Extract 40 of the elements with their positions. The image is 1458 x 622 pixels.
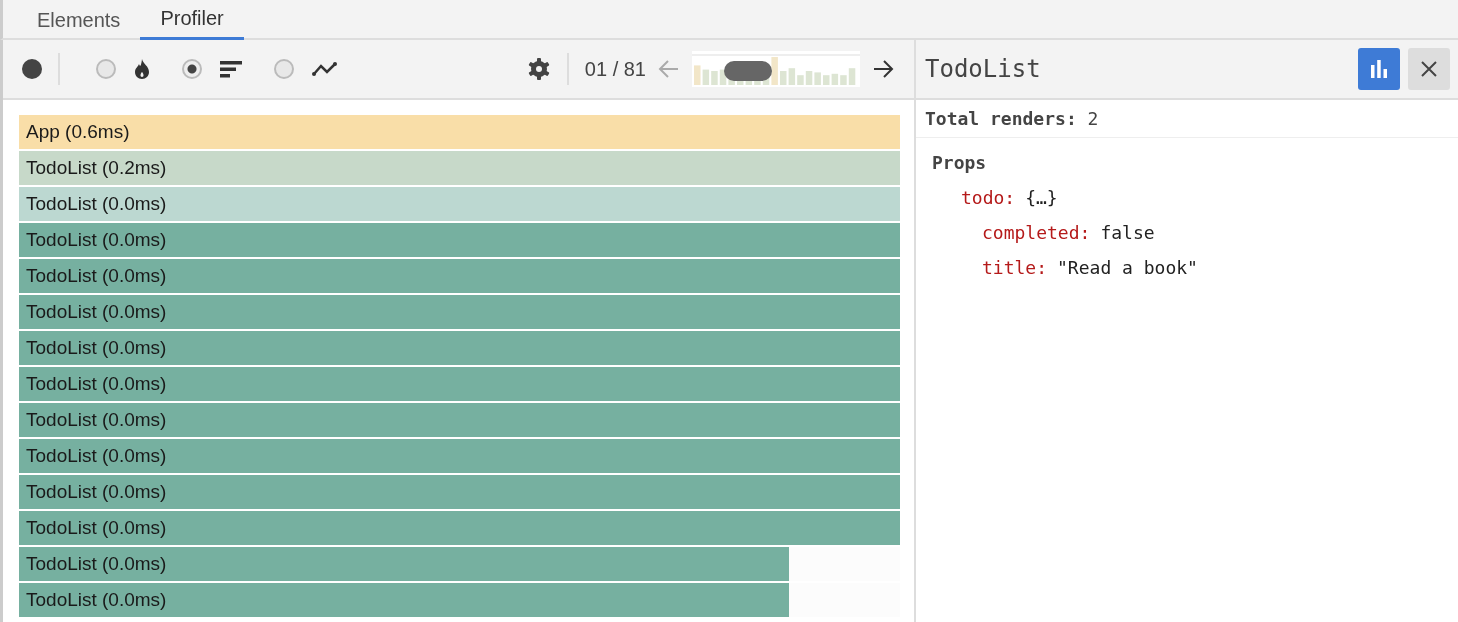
- radio-button[interactable]: [182, 59, 202, 79]
- prop-value: "Read a book": [1057, 257, 1198, 278]
- flame-icon[interactable]: [134, 59, 150, 79]
- settings-icon[interactable]: [526, 57, 551, 81]
- close-button[interactable]: [1408, 48, 1450, 90]
- ranked-bars-icon[interactable]: [220, 60, 242, 78]
- component-bar[interactable]: TodoList (0.0ms): [19, 187, 900, 221]
- component-bar[interactable]: App (0.6ms): [19, 115, 900, 149]
- bar-chart-icon: [1369, 60, 1389, 78]
- close-icon: [1420, 60, 1438, 78]
- component-bar[interactable]: TodoList (0.0ms): [19, 331, 900, 365]
- component-bar[interactable]: TodoList (0.0ms): [19, 403, 900, 437]
- component-bar[interactable]: TodoList (0.0ms): [19, 259, 900, 293]
- component-bar[interactable]: TodoList (0.0ms): [19, 295, 900, 329]
- right-arrow-icon[interactable]: [872, 59, 894, 79]
- radio-button[interactable]: [274, 59, 294, 79]
- line-chart-icon[interactable]: [312, 61, 338, 77]
- component-bar[interactable]: TodoList (0.0ms): [19, 475, 900, 509]
- commit-chart-drawing[interactable]: [692, 51, 860, 87]
- prop-value: {…}: [1025, 187, 1058, 208]
- prop-key[interactable]: todo:: [961, 187, 1016, 208]
- prop-key[interactable]: completed:: [982, 222, 1091, 243]
- commit-counter: 01 / 81: [584, 57, 646, 81]
- component-bar[interactable]: TodoList (0.0ms): [19, 511, 900, 545]
- component-bar[interactable]: TodoList (0.0ms): [19, 547, 789, 581]
- component-bar[interactable]: TodoList (0.2ms): [19, 151, 900, 185]
- component-title: TodoList: [925, 55, 1041, 83]
- record-button[interactable]: [22, 59, 42, 79]
- devtools-tab[interactable]: Elements: [17, 0, 141, 40]
- chart-button[interactable]: [1358, 48, 1400, 90]
- component-bar[interactable]: TodoList (0.0ms): [19, 583, 789, 617]
- component-bar[interactable]: TodoList (0.0ms): [19, 367, 900, 401]
- radio-button[interactable]: [96, 59, 116, 79]
- renders-count: 2: [1087, 108, 1099, 129]
- prop-value: false: [1100, 222, 1155, 243]
- component-bar[interactable]: TodoList (0.0ms): [19, 223, 900, 257]
- renders-label: Total renders:: [925, 108, 1077, 129]
- prop-key[interactable]: title:: [982, 257, 1048, 278]
- component-bar[interactable]: TodoList (0.0ms): [19, 439, 900, 473]
- section-title: Props: [932, 152, 988, 173]
